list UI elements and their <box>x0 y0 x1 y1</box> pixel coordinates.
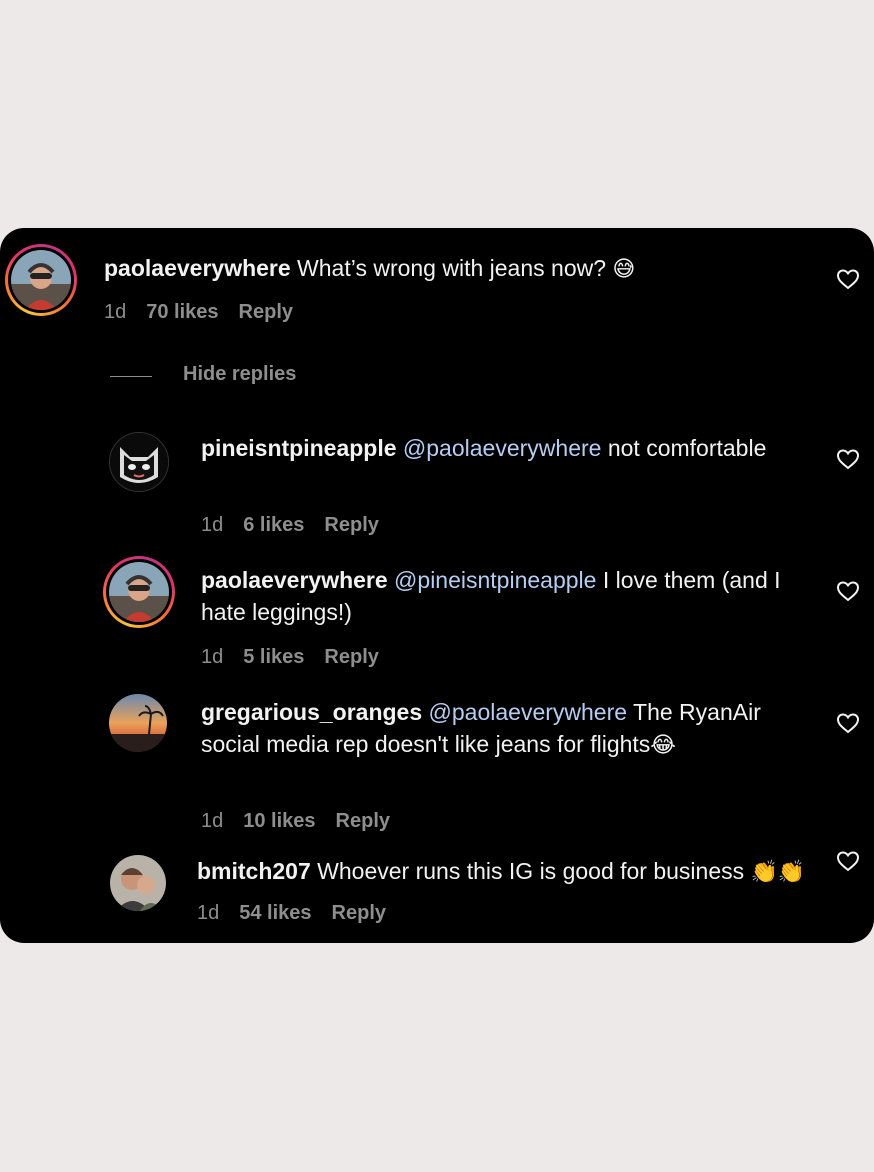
divider <box>110 376 152 377</box>
avatar <box>109 562 169 622</box>
hide-replies-label: Hide replies <box>183 363 297 385</box>
likes-count[interactable]: 6 likes <box>243 514 304 536</box>
reply-button[interactable]: Reply <box>332 902 386 924</box>
comment-paolaeverywhere: paolaeverywhere What’s wrong with jeans … <box>0 228 874 338</box>
avatar[interactable] <box>109 432 169 492</box>
reply-button[interactable]: Reply <box>336 810 390 832</box>
comment-text: paolaeverywhere What’s wrong with jeans … <box>104 252 724 285</box>
comment-meta: 1d 70 likes Reply <box>104 301 313 324</box>
sweat-smile-emoji: 😅 <box>612 256 636 281</box>
comment-text: pineisntpineapple @paolaeverywhere not c… <box>201 432 821 464</box>
comment-body: not comfortable <box>601 435 767 461</box>
comment-meta: 1d 5 likes Reply <box>201 646 399 669</box>
reply-gregarious-oranges: gregarious_oranges @paolaeverywhere The … <box>0 682 874 842</box>
comments-panel: paolaeverywhere What’s wrong with jeans … <box>0 228 874 943</box>
mention-link[interactable]: @paolaeverywhere <box>422 699 628 725</box>
heart-outline-icon[interactable] <box>836 268 860 290</box>
story-ring[interactable] <box>5 244 77 316</box>
username-link[interactable]: paolaeverywhere <box>104 255 291 281</box>
reply-pineisntpineapple: pineisntpineapple @paolaeverywhere not c… <box>0 418 874 548</box>
heart-outline-icon[interactable] <box>836 580 860 602</box>
username-link[interactable]: gregarious_oranges <box>201 699 422 725</box>
heart-outline-icon[interactable] <box>836 448 860 470</box>
mention-link[interactable]: @pineisntpineapple <box>388 567 596 593</box>
comment-meta: 1d 54 likes Reply <box>197 902 406 925</box>
timestamp: 1d <box>201 810 224 832</box>
reply-button[interactable]: Reply <box>324 514 378 536</box>
reply-button[interactable]: Reply <box>324 646 378 668</box>
likes-count[interactable]: 70 likes <box>146 301 218 323</box>
avatar[interactable] <box>110 855 166 911</box>
avatar <box>11 250 71 310</box>
timestamp: 1d <box>201 646 224 668</box>
comment-body: Whoever runs this IG is good for busines… <box>310 858 751 884</box>
timestamp: 1d <box>104 301 127 323</box>
clapping-hands-emoji: 👏👏 <box>750 859 806 884</box>
heart-outline-icon[interactable] <box>836 850 860 872</box>
reply-button[interactable]: Reply <box>239 301 293 323</box>
username-link[interactable]: bmitch207 <box>197 858 311 884</box>
likes-count[interactable]: 10 likes <box>243 810 315 832</box>
hide-replies-button[interactable]: Hide replies <box>110 361 330 391</box>
reply-paolaeverywhere: paolaeverywhere @pineisntpineapple I lov… <box>0 550 874 680</box>
avatar[interactable] <box>109 694 167 752</box>
mention-link[interactable]: @paolaeverywhere <box>397 435 602 461</box>
likes-count[interactable]: 5 likes <box>243 646 304 668</box>
likes-count[interactable]: 54 likes <box>239 902 311 924</box>
heart-outline-icon[interactable] <box>836 712 860 734</box>
comment-body: What’s wrong with jeans now? <box>290 255 613 281</box>
joy-emoji: 😂 <box>650 732 677 757</box>
comment-text: bmitch207 Whoever runs this IG is good f… <box>197 855 837 888</box>
username-link[interactable]: paolaeverywhere <box>201 567 388 593</box>
comment-meta: 1d 6 likes Reply <box>201 514 399 537</box>
comment-text: gregarious_oranges @paolaeverywhere The … <box>201 696 761 761</box>
comment-bmitch207: bmitch207 Whoever runs this IG is good f… <box>0 846 874 943</box>
timestamp: 1d <box>197 902 220 924</box>
comment-meta: 1d 10 likes Reply <box>201 810 410 833</box>
story-ring[interactable] <box>103 556 175 628</box>
username-link[interactable]: pineisntpineapple <box>201 435 397 461</box>
timestamp: 1d <box>201 514 224 536</box>
comment-text: paolaeverywhere @pineisntpineapple I lov… <box>201 564 821 628</box>
